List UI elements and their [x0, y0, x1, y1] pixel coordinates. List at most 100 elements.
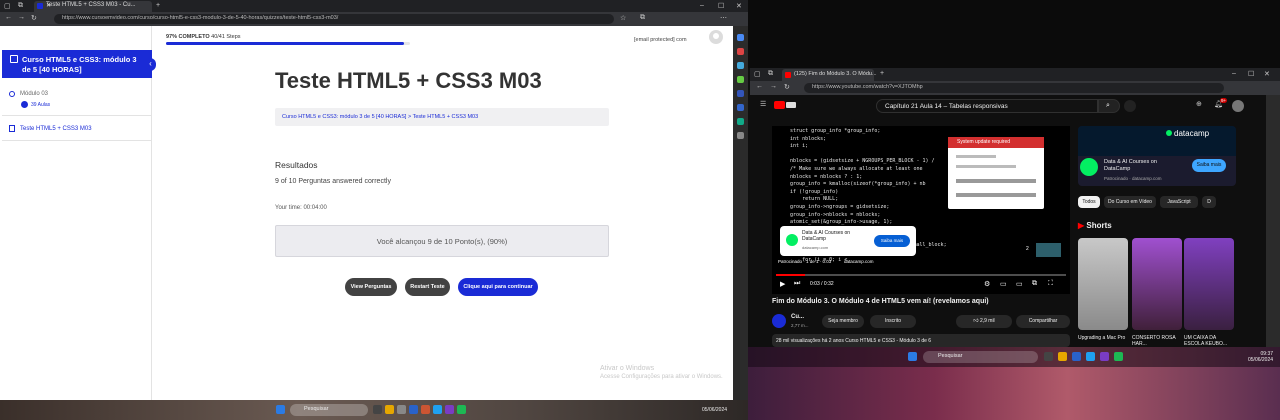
sidebar-item-quiz[interactable]: Teste HTML5 + CSS3 M03 — [20, 126, 92, 132]
ad-cta-button[interactable]: Saiba mais — [874, 235, 910, 247]
short-caption[interactable]: Upgrading a Mac Pro — [1078, 335, 1130, 341]
filter-chip[interactable]: D — [1202, 196, 1216, 208]
next-ad-thumbnail[interactable] — [1036, 243, 1061, 257]
short-thumbnail[interactable] — [1132, 238, 1182, 330]
short-thumbnail[interactable] — [1078, 238, 1128, 330]
add-sidebar-icon[interactable] — [737, 132, 744, 139]
sidebar-collapse-button[interactable]: ‹ — [145, 58, 156, 71]
description-box[interactable]: 28 mil visualizações há 2 anos Curso HTM… — [772, 334, 1070, 347]
tab-close-icon[interactable]: ✕ — [46, 2, 149, 9]
fullscreen-icon[interactable]: ⛶ — [1048, 280, 1053, 288]
favorites-icon[interactable]: ☆ — [620, 14, 626, 22]
forward-icon[interactable]: → — [770, 83, 777, 90]
taskbar-clock[interactable]: 05/06/2024 — [702, 407, 727, 413]
tools-sidebar-icon[interactable] — [737, 62, 744, 69]
next-icon[interactable]: ⏭ — [794, 280, 800, 288]
app-icon[interactable] — [1100, 352, 1109, 361]
maximize-button[interactable]: ☐ — [718, 2, 724, 10]
filter-chip[interactable]: Todos — [1078, 196, 1100, 208]
play-icon[interactable]: ▶ — [780, 280, 785, 288]
short-thumbnail[interactable] — [1184, 238, 1234, 330]
left-address-bar[interactable]: https://www.cursoemvideo.com/curso/curso… — [54, 14, 614, 24]
like-button[interactable]: 👍︎ 2,9 mil — [956, 315, 1012, 328]
breadcrumb-link[interactable]: Curso HTML5 e CSS3: módulo 3 de 5 [40 HO… — [282, 114, 478, 120]
search-button[interactable]: ⌕ — [1098, 99, 1120, 113]
video-ad-card[interactable]: Data & AI Courses on DataCamp datacamp.c… — [780, 226, 916, 256]
spotify-icon[interactable] — [1114, 352, 1123, 361]
vscode-icon[interactable] — [1072, 352, 1081, 361]
right-active-tab[interactable]: (125) Fim do Módulo 3. O Módu... — [782, 69, 877, 81]
vscode-icon[interactable] — [409, 405, 418, 414]
new-tab-button[interactable]: + — [156, 2, 160, 9]
minimize-button[interactable]: – — [1232, 70, 1236, 77]
module-label[interactable]: Módulo 03 — [20, 91, 48, 97]
minimize-button[interactable]: – — [700, 2, 704, 9]
filter-chip[interactable]: Do Curso em Vídeo — [1104, 196, 1156, 208]
continue-button[interactable]: Clique aqui para continuar — [458, 278, 538, 296]
file-explorer-icon[interactable] — [1058, 352, 1067, 361]
edge-icon[interactable] — [433, 405, 442, 414]
workspaces-icon[interactable]: ⧉ — [18, 2, 23, 10]
filter-chip[interactable]: JavaScript — [1160, 196, 1198, 208]
back-icon[interactable]: ← — [5, 14, 12, 21]
task-view-icon[interactable] — [1044, 352, 1053, 361]
taskbar-clock[interactable]: 09:37 05/06/2024 — [1248, 351, 1273, 363]
new-tab-button[interactable]: + — [880, 70, 884, 77]
menu-icon[interactable]: ☰ — [760, 100, 766, 108]
workspaces-icon[interactable]: ⧉ — [768, 70, 773, 78]
avatar[interactable] — [1232, 100, 1244, 112]
lessons-count[interactable]: 39 Aulas — [31, 102, 50, 108]
left-active-tab[interactable]: Teste HTML5 + CSS3 M03 - Cu... ✕ — [34, 1, 152, 12]
outlook-sidebar-icon[interactable] — [737, 104, 744, 111]
file-explorer-icon[interactable] — [385, 405, 394, 414]
short-caption[interactable]: UM CAIXA DA ESCOLA KEUBO... — [1184, 335, 1236, 347]
taskbar-search[interactable]: Pesquisar — [923, 351, 1038, 363]
back-icon[interactable]: ← — [756, 83, 763, 90]
subscribed-button[interactable]: Inscrito — [870, 315, 916, 328]
video-progress-bar[interactable] — [776, 274, 1066, 276]
theater-icon[interactable]: ▭ — [1016, 280, 1023, 288]
task-view-icon[interactable] — [373, 405, 382, 414]
right-address-bar[interactable]: https://www.youtube.com/watch?v=XJTOMhp — [804, 83, 1224, 93]
taskbar-search[interactable]: Pesquisar — [290, 404, 368, 416]
app-icon[interactable] — [445, 405, 454, 414]
more-icon[interactable]: ⋯ — [720, 14, 727, 22]
edge-icon[interactable] — [1086, 352, 1095, 361]
search-input[interactable]: Capítulo 21 Aula 14 – Tabelas responsiva… — [876, 99, 1098, 113]
tab-actions-icon[interactable]: ▢ — [754, 70, 761, 78]
app-icon[interactable] — [397, 405, 406, 414]
channel-avatar[interactable] — [772, 314, 786, 328]
youtube-logo[interactable] — [774, 101, 796, 109]
course-header[interactable]: Curso HTML5 e CSS3: módulo 3 de 5 [40 HO… — [2, 50, 152, 78]
short-caption[interactable]: CONSERTO ROSA HAR... — [1132, 335, 1184, 347]
extensions-icon[interactable]: ⧉ — [640, 14, 645, 22]
tab-actions-icon[interactable]: ▢ — [4, 2, 11, 10]
search-sidebar-icon[interactable] — [737, 34, 744, 41]
miniplayer-icon[interactable]: ▭ — [1000, 280, 1007, 288]
drop-sidebar-icon[interactable] — [737, 118, 744, 125]
mic-icon[interactable] — [1124, 100, 1136, 112]
reload-icon[interactable]: ↻ — [784, 83, 790, 91]
close-window-button[interactable]: ✕ — [736, 2, 742, 10]
restart-quiz-button[interactable]: Restart Teste — [405, 278, 450, 296]
start-icon[interactable] — [276, 405, 285, 414]
app-icon[interactable] — [421, 405, 430, 414]
settings-icon[interactable]: ⚙ — [984, 280, 990, 288]
reload-icon[interactable]: ↻ — [31, 14, 37, 22]
share-button[interactable]: Compartilhar — [1016, 315, 1070, 328]
user-email[interactable]: [email protected] com — [634, 35, 709, 45]
avatar[interactable] — [709, 30, 723, 44]
office-sidebar-icon[interactable] — [737, 90, 744, 97]
lessons-expand-icon[interactable] — [21, 101, 28, 108]
forward-icon[interactable]: → — [18, 14, 25, 21]
close-window-button[interactable]: ✕ — [1264, 70, 1270, 78]
create-icon[interactable]: ⊕ — [1196, 100, 1202, 108]
ad-cta-button[interactable]: Saiba mais — [1192, 159, 1226, 172]
cast-icon[interactable]: ⧉ — [1032, 280, 1037, 288]
games-sidebar-icon[interactable] — [737, 76, 744, 83]
maximize-button[interactable]: ☐ — [1248, 70, 1254, 78]
channel-name[interactable]: Cu... — [791, 314, 804, 320]
view-questions-button[interactable]: View Perguntas — [345, 278, 397, 296]
shopping-sidebar-icon[interactable] — [737, 48, 744, 55]
join-button[interactable]: Seja membro — [822, 315, 864, 328]
